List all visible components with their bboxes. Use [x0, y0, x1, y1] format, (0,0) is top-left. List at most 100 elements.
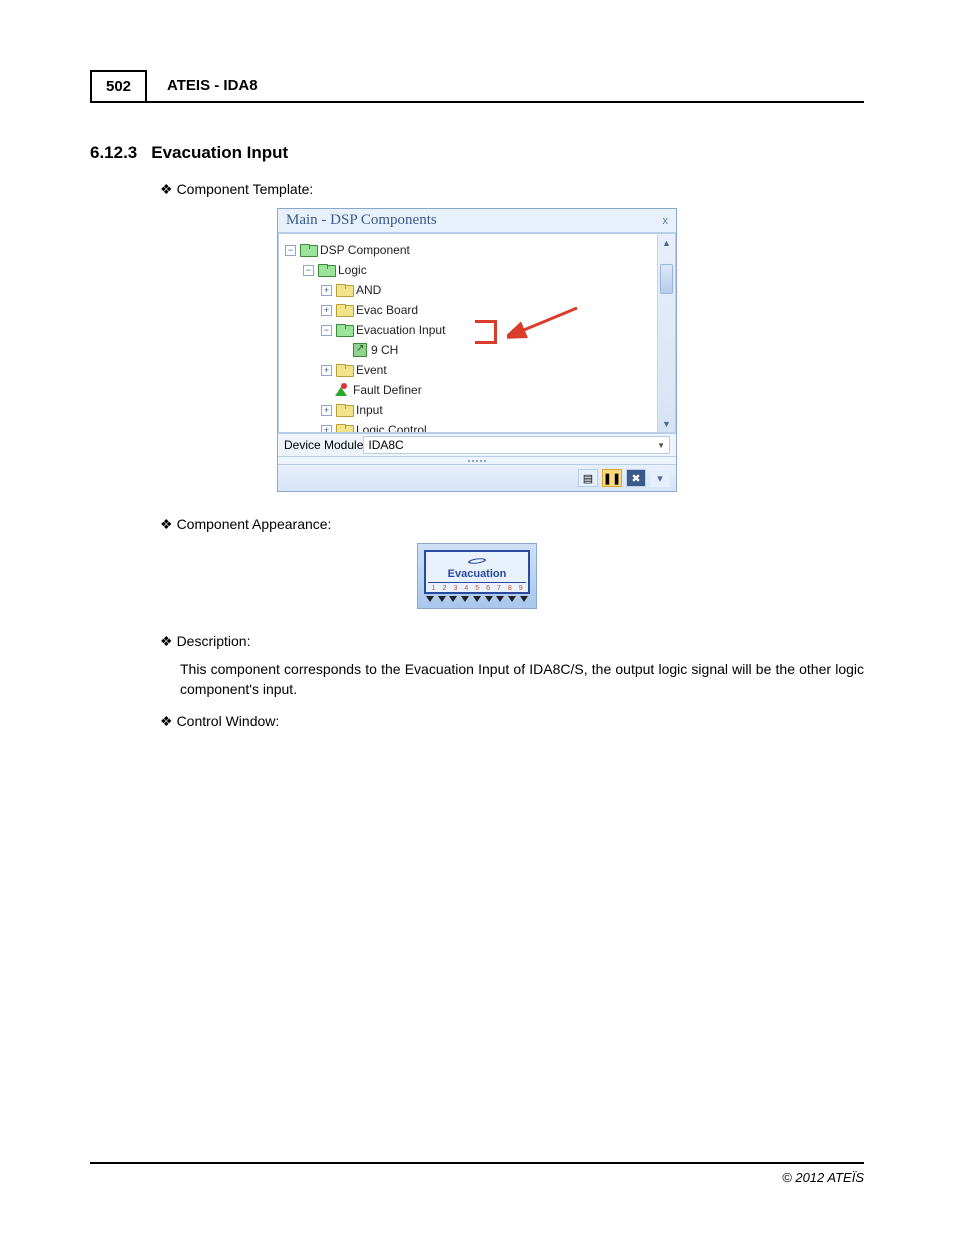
document-title: ATEIS - IDA8 [147, 71, 258, 100]
expand-icon[interactable]: + [321, 365, 332, 376]
tree-row-9ch[interactable]: 9 CH [285, 340, 671, 360]
expand-icon[interactable]: + [321, 285, 332, 296]
tree-label-fault-definer: Fault Definer [353, 383, 422, 397]
tree-row-fault-definer[interactable]: Fault Definer [285, 380, 671, 400]
component-pin-numbers: 1 2 3 4 5 6 7 8 9 [428, 585, 526, 592]
statusbar-highlighted-icon[interactable]: ❚❚ [602, 469, 622, 487]
folder-open-icon [318, 264, 334, 277]
diamond-icon: ❖ [160, 181, 173, 197]
tree-label-logic-control: Logic Control [356, 423, 427, 433]
component-leaf-icon [353, 343, 367, 357]
triangle-down-icon [426, 596, 434, 602]
diamond-icon: ❖ [160, 516, 173, 532]
pin-label: 3 [453, 585, 456, 592]
scrollbar[interactable]: ▲ ▼ [657, 234, 675, 432]
statusbar-dropdown-icon[interactable]: ▾ [650, 469, 670, 487]
collapse-icon[interactable]: − [303, 265, 314, 276]
triangle-down-icon [473, 596, 481, 602]
device-module-row: Device Module IDA8C ▼ [278, 433, 676, 456]
folder-open-icon [336, 324, 352, 337]
expand-icon[interactable]: + [321, 405, 332, 416]
fault-definer-icon [335, 383, 349, 397]
device-module-label: Device Module [284, 438, 363, 452]
panel-titlebar: Main - DSP Components x [278, 209, 676, 233]
tree-label-evac-input: Evacuation Input [356, 323, 445, 337]
chevron-down-icon: ▼ [657, 441, 665, 450]
tree-label-evac-board: Evac Board [356, 303, 418, 317]
diamond-icon: ❖ [160, 633, 173, 649]
scroll-down-icon[interactable]: ▼ [658, 415, 675, 432]
bullet-description-label: Description: [177, 633, 251, 649]
tree-row-input[interactable]: + Input [285, 400, 671, 420]
bullet-description: ❖Description: [160, 633, 864, 650]
folder-open-icon [300, 244, 316, 257]
tree-row-evac-board[interactable]: + Evac Board [285, 300, 671, 320]
description-text: This component corresponds to the Evacua… [180, 660, 864, 699]
page-number: 502 [90, 70, 147, 101]
triangle-down-icon [520, 596, 528, 602]
collapse-icon[interactable]: − [321, 325, 332, 336]
triangle-down-icon [449, 596, 457, 602]
section-heading: 6.12.3 Evacuation Input [90, 143, 864, 163]
scrollbar-thumb[interactable] [660, 264, 673, 294]
component-tree[interactable]: − DSP Component − Logic + AND + [278, 233, 676, 433]
tree-row-logic-control[interactable]: + Logic Control [285, 420, 671, 433]
statusbar-close-icon[interactable]: ✖ [626, 469, 646, 487]
folder-icon [336, 404, 352, 417]
close-icon[interactable]: x [663, 215, 669, 227]
triangle-down-icon [485, 596, 493, 602]
tree-label-input: Input [356, 403, 383, 417]
pin-label: 4 [464, 585, 467, 592]
page-footer: © 2012 ATEÏS [90, 1162, 864, 1185]
bullet-appearance: ❖Component Appearance: [160, 516, 864, 533]
diamond-icon: ❖ [160, 713, 173, 729]
tree-label-9ch: 9 CH [371, 343, 398, 357]
tree-label-event: Event [356, 363, 387, 377]
pin-label: 6 [486, 585, 489, 592]
component-label: Evacuation [428, 568, 526, 583]
scroll-up-icon[interactable]: ▲ [658, 234, 675, 251]
pin-label: 7 [497, 585, 500, 592]
bullet-appearance-label: Component Appearance: [177, 516, 332, 532]
panel-title-text: Main - DSP Components [286, 212, 437, 229]
expand-icon[interactable]: + [321, 425, 332, 434]
tree-row-evac-input[interactable]: − Evacuation Input [285, 320, 671, 340]
folder-icon [336, 284, 352, 297]
panel-resize-grip[interactable] [278, 456, 676, 464]
tree-row-event[interactable]: + Event [285, 360, 671, 380]
expand-icon[interactable]: + [321, 305, 332, 316]
section-title: Evacuation Input [151, 143, 288, 163]
device-module-value: IDA8C [368, 438, 403, 452]
tree-label-and: AND [356, 283, 381, 297]
bullet-control-window: ❖Control Window: [160, 713, 864, 730]
page-header: 502 ATEIS - IDA8 [90, 70, 864, 103]
tree-row-logic[interactable]: − Logic [285, 260, 671, 280]
component-output-triangles [424, 596, 530, 602]
collapse-icon[interactable]: − [285, 245, 296, 256]
status-bar: ▤ ❚❚ ✖ ▾ [278, 464, 676, 491]
bullet-control-label: Control Window: [177, 713, 280, 729]
device-module-select[interactable]: IDA8C ▼ [363, 436, 670, 454]
component-oval-icon [468, 557, 487, 564]
tree-row-and[interactable]: + AND [285, 280, 671, 300]
section-number: 6.12.3 [90, 143, 137, 163]
bullet-template-label: Component Template: [177, 181, 314, 197]
folder-icon [336, 304, 352, 317]
tree-label-root: DSP Component [320, 243, 410, 257]
folder-icon [336, 364, 352, 377]
pin-label: 2 [443, 585, 446, 592]
tree-row-root[interactable]: − DSP Component [285, 240, 671, 260]
tree-label-logic: Logic [338, 263, 367, 277]
pin-label: 9 [519, 585, 522, 592]
folder-icon [336, 424, 352, 434]
triangle-down-icon [461, 596, 469, 602]
triangle-down-icon [496, 596, 504, 602]
dsp-components-panel: Main - DSP Components x − DSP Component … [277, 208, 677, 492]
triangle-down-icon [508, 596, 516, 602]
pin-label: 8 [508, 585, 511, 592]
triangle-down-icon [438, 596, 446, 602]
bullet-template: ❖Component Template: [160, 181, 864, 198]
evacuation-component-block: Evacuation 1 2 3 4 5 6 7 8 9 [417, 543, 537, 609]
pin-label: 5 [475, 585, 478, 592]
statusbar-list-icon[interactable]: ▤ [578, 469, 598, 487]
